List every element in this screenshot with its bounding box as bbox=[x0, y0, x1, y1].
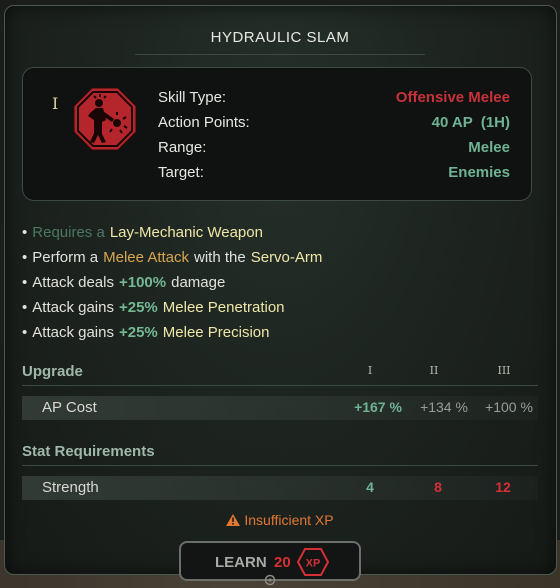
effect-requires-weapon: • Requires a Lay-Mechanic Weapon bbox=[22, 224, 268, 246]
bullet: • bbox=[22, 324, 28, 341]
effect-value: +100% bbox=[118, 274, 167, 291]
stat-requirements-header: Stat Requirements bbox=[22, 441, 538, 466]
effect-penetration: • Attack gains +25% Melee Penetration bbox=[22, 299, 290, 321]
effect-text: with the bbox=[194, 249, 246, 266]
tier-marker: I bbox=[52, 94, 59, 113]
strength-label: Strength bbox=[42, 479, 99, 496]
effect-highlight: Melee Precision bbox=[162, 324, 270, 341]
info-key: Action Points: bbox=[158, 114, 250, 131]
upgrade-label: Upgrade bbox=[22, 363, 83, 380]
stat-requirements-label: Stat Requirements bbox=[22, 443, 155, 460]
effect-text: Attack gains bbox=[32, 299, 114, 316]
effect-highlight: Melee Attack bbox=[103, 249, 190, 266]
bullet: • bbox=[22, 299, 28, 316]
info-key: Skill Type: bbox=[158, 89, 227, 106]
info-value: 40 AP (1H) bbox=[431, 114, 510, 131]
warning-triangle-icon bbox=[226, 514, 241, 526]
effect-text: damage bbox=[171, 274, 226, 291]
info-value: Offensive Melee bbox=[395, 89, 510, 106]
ap-cost-tier-3: +100 % bbox=[485, 399, 533, 415]
tier-label-3: III bbox=[497, 364, 511, 377]
title-divider bbox=[135, 54, 425, 55]
warning-text: Insufficient XP bbox=[244, 512, 334, 528]
bullet: • bbox=[22, 224, 28, 241]
upgrade-header: Upgrade I II III bbox=[22, 361, 538, 386]
ap-cost-tier-1: +167 % bbox=[354, 399, 402, 415]
info-row-skill-type: Skill Type: Offensive Melee bbox=[158, 89, 510, 111]
tier-label-1: I bbox=[367, 364, 373, 377]
figure-striking-hazard-icon bbox=[73, 87, 137, 151]
info-key: Target: bbox=[158, 164, 204, 181]
effect-value: +25% bbox=[118, 324, 158, 341]
info-row-target: Target: Enemies bbox=[158, 164, 510, 186]
learn-label: LEARN bbox=[215, 554, 267, 571]
effect-damage: • Attack deals +100% damage bbox=[22, 274, 230, 296]
info-value: Melee bbox=[468, 139, 510, 156]
insufficient-xp-warning: Insufficient XP bbox=[0, 512, 560, 528]
info-row-action-points: Action Points: 40 AP (1H) bbox=[158, 114, 510, 136]
effect-precision: • Attack gains +25% Melee Precision bbox=[22, 324, 275, 346]
strength-tier-2: 8 bbox=[434, 479, 442, 495]
ap-cost-row: AP Cost +167 % +134 % +100 % bbox=[22, 396, 538, 420]
effect-text: Requires a bbox=[32, 224, 105, 241]
effect-text: Perform a bbox=[32, 249, 99, 266]
xp-badge-text: XP bbox=[306, 558, 321, 570]
effect-value: +25% bbox=[118, 299, 158, 316]
info-row-range: Range: Melee bbox=[158, 139, 510, 161]
learn-cost: 20 bbox=[274, 554, 291, 571]
effect-highlight: Lay-Mechanic Weapon bbox=[109, 224, 263, 241]
bullet: • bbox=[22, 249, 28, 266]
strength-row: Strength 4 8 12 bbox=[22, 476, 538, 500]
effect-text: Attack gains bbox=[32, 324, 114, 341]
info-key: Range: bbox=[158, 139, 207, 156]
effect-highlight: Servo-Arm bbox=[250, 249, 323, 266]
info-value: Enemies bbox=[448, 164, 510, 181]
tier-label-2: II bbox=[429, 364, 439, 377]
effect-highlight: Melee Penetration bbox=[162, 299, 285, 316]
bullet: • bbox=[22, 274, 28, 291]
ap-cost-tier-2: +134 % bbox=[420, 399, 468, 415]
ap-cost-label: AP Cost bbox=[42, 399, 97, 416]
effect-text: Attack deals bbox=[32, 274, 114, 291]
strength-tier-1: 4 bbox=[366, 479, 374, 495]
gear-icon bbox=[264, 574, 276, 586]
strength-tier-3: 12 bbox=[495, 479, 511, 495]
skill-title: HYDRAULIC SLAM bbox=[210, 29, 350, 46]
effect-perform-attack: • Perform a Melee Attack with the Servo-Arm bbox=[22, 249, 327, 271]
xp-badge-icon: XP bbox=[297, 548, 329, 576]
